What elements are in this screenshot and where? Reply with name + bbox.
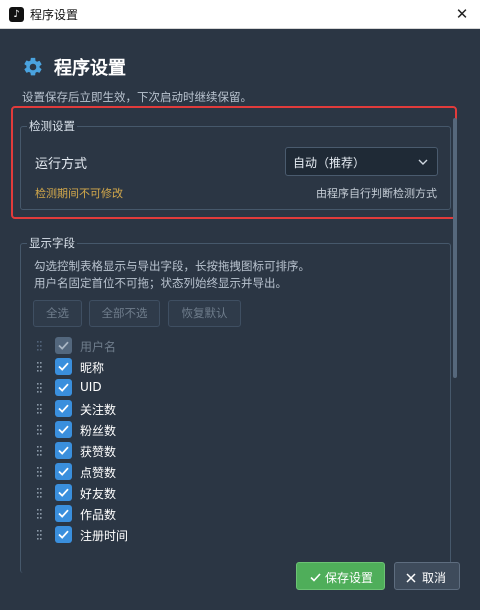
- field-checkbox[interactable]: [55, 463, 72, 480]
- check-icon: [58, 362, 69, 371]
- drag-handle-icon[interactable]: [36, 529, 42, 541]
- field-label: 获赞数: [80, 445, 117, 459]
- window-title: 程序设置: [30, 8, 79, 22]
- field-row[interactable]: UID: [36, 378, 416, 399]
- check-icon: [58, 488, 69, 497]
- drag-handle-icon[interactable]: [36, 487, 42, 499]
- page-heading: 程序设置: [22, 54, 126, 80]
- restore-default-button[interactable]: 恢复默认: [168, 300, 241, 327]
- field-checkbox[interactable]: [55, 421, 72, 438]
- gear-icon: [24, 57, 42, 76]
- field-checkbox[interactable]: [55, 526, 72, 543]
- field-row[interactable]: 关注数: [36, 399, 416, 420]
- field-row[interactable]: 获赞数: [36, 441, 416, 462]
- check-icon: [58, 530, 69, 539]
- drag-handle-icon[interactable]: [36, 361, 42, 373]
- field-label: 用户名: [80, 340, 117, 354]
- page-subtitle: 设置保存后立即生效，下次启动时继续保留。: [22, 90, 252, 104]
- field-row[interactable]: 注册时间: [36, 525, 416, 546]
- field-label: 好友数: [80, 487, 117, 501]
- field-checkbox[interactable]: [55, 505, 72, 522]
- close-icon: [406, 572, 416, 583]
- field-row[interactable]: 昵称: [36, 357, 416, 378]
- highlight-box: [11, 106, 457, 219]
- field-checkbox[interactable]: [55, 400, 72, 417]
- save-button[interactable]: 保存设置: [296, 562, 385, 590]
- check-icon: [58, 509, 69, 518]
- check-icon: [58, 467, 69, 476]
- field-label: 点赞数: [80, 466, 117, 480]
- field-checkbox[interactable]: [55, 358, 72, 375]
- display-fields-legend: 显示字段: [27, 235, 77, 251]
- drag-handle-icon[interactable]: [36, 424, 42, 436]
- select-none-button[interactable]: 全部不选: [89, 300, 160, 327]
- check-icon: [58, 404, 69, 413]
- title-bar: ♪ 程序设置 ✕: [0, 0, 480, 29]
- cancel-button[interactable]: 取消: [394, 562, 460, 590]
- check-icon: [310, 573, 321, 582]
- field-checkbox[interactable]: [55, 484, 72, 501]
- drag-handle-icon[interactable]: [36, 466, 42, 478]
- cancel-label: 取消: [422, 571, 447, 585]
- check-icon: [58, 383, 69, 392]
- select-all-button[interactable]: 全选: [33, 300, 82, 327]
- field-checkbox[interactable]: [55, 337, 72, 354]
- field-label: 注册时间: [80, 529, 129, 543]
- field-label: 关注数: [80, 403, 117, 417]
- field-label: 作品数: [80, 508, 117, 522]
- check-icon: [58, 341, 69, 350]
- field-checkbox[interactable]: [55, 379, 72, 396]
- tiktok-logo-icon: ♪: [9, 7, 24, 22]
- field-label: UID: [80, 380, 102, 394]
- field-label: 粉丝数: [80, 424, 117, 438]
- check-icon: [58, 446, 69, 455]
- page-title: 程序设置: [54, 58, 126, 79]
- field-row[interactable]: 作品数: [36, 504, 416, 525]
- field-checkbox[interactable]: [55, 442, 72, 459]
- drag-handle-icon[interactable]: [36, 445, 42, 457]
- drag-handle-icon[interactable]: [36, 382, 42, 394]
- field-row[interactable]: 好友数: [36, 483, 416, 504]
- field-label: 昵称: [80, 361, 105, 375]
- drag-handle-icon[interactable]: [36, 340, 42, 352]
- save-label: 保存设置: [325, 571, 374, 585]
- drag-handle-icon[interactable]: [36, 508, 42, 520]
- close-icon[interactable]: ✕: [451, 3, 473, 25]
- field-row[interactable]: 用户名: [36, 336, 416, 357]
- field-row[interactable]: 粉丝数: [36, 420, 416, 441]
- fields-description-2: 用户名固定首位不可拖；状态列始终显示并导出。: [34, 276, 287, 290]
- scrollbar[interactable]: [453, 118, 457, 378]
- field-row[interactable]: 点赞数: [36, 462, 416, 483]
- drag-handle-icon[interactable]: [36, 403, 42, 415]
- check-icon: [58, 425, 69, 434]
- fields-description-1: 勾选控制表格显示与导出字段，长按拖拽图标可排序。: [34, 259, 310, 273]
